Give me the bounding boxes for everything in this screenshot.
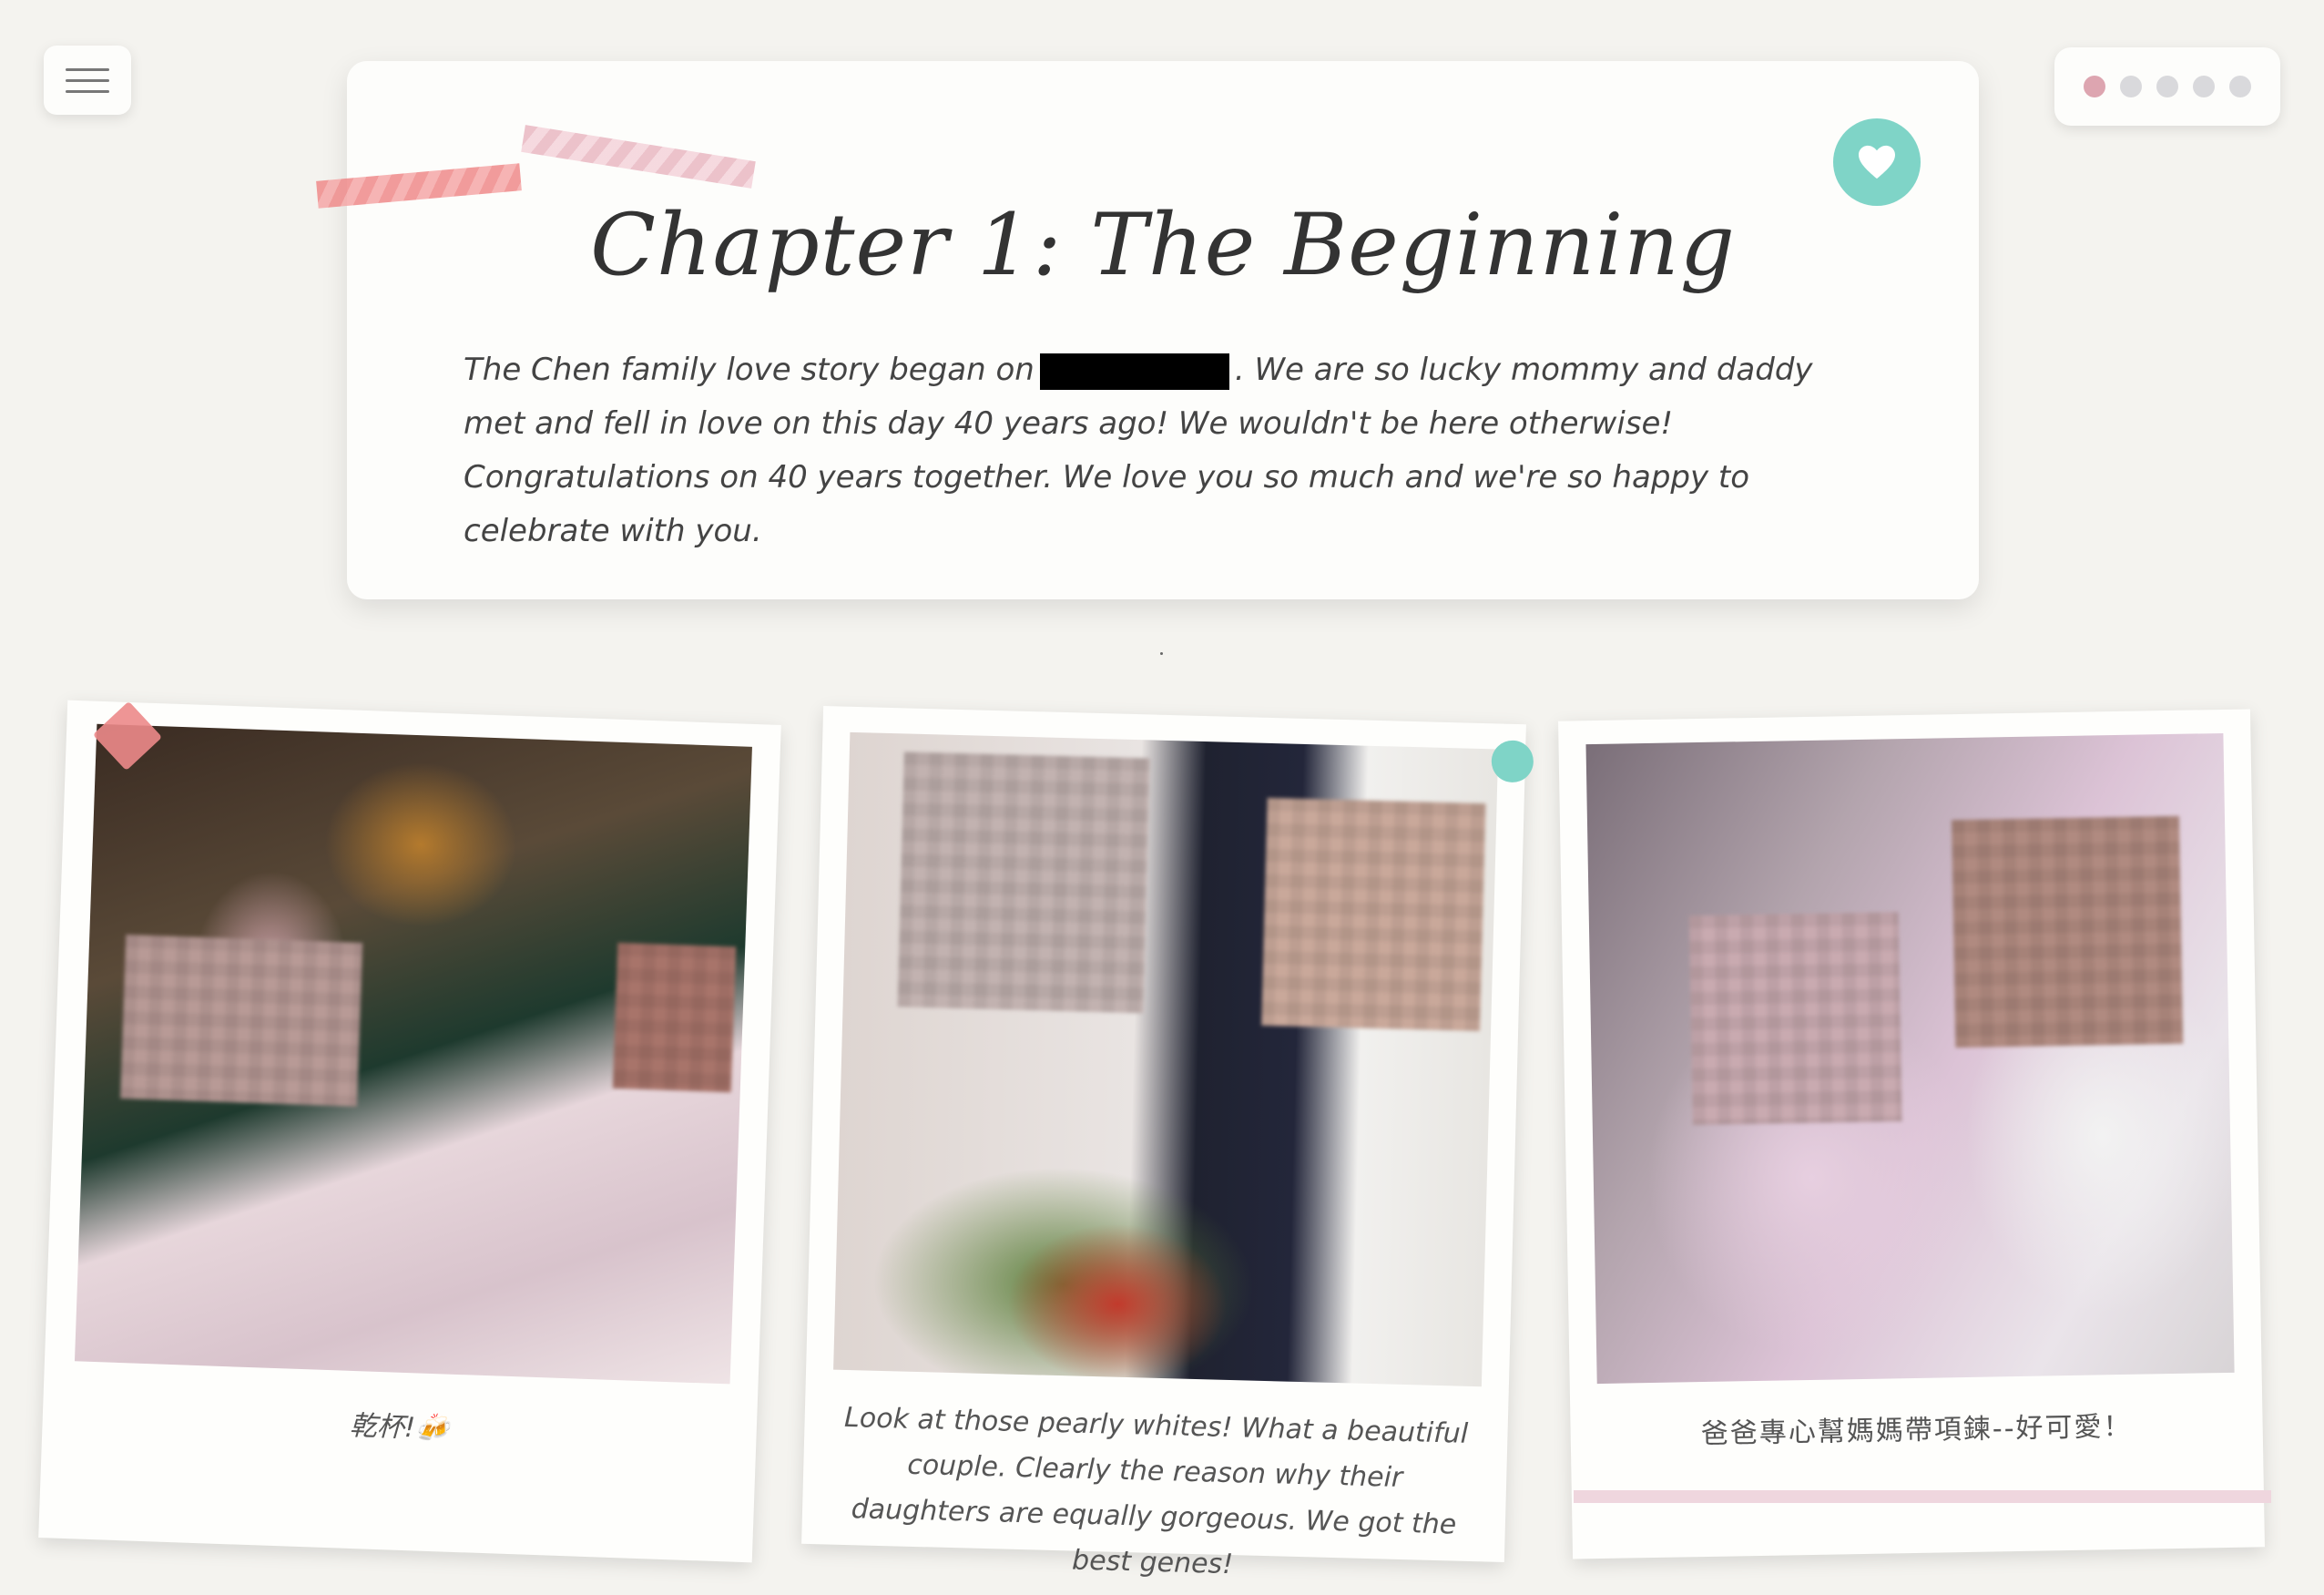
hamburger-menu-icon-line [66,67,109,71]
slide-navigation-dots [2054,47,2280,126]
hamburger-menu-icon-line [66,89,109,93]
polaroid-photo-1[interactable]: 乾杯!🍻 [38,700,781,1563]
washi-tape-pink [521,125,756,189]
chapter-card: Chapter 1: The Beginning The Chen family… [316,61,1979,599]
slide-dot-1[interactable] [2084,76,2105,97]
photo-caption: Look at those pearly whites! What a beau… [843,1401,1469,1581]
chapter-text-start: The Chen family love story began on [464,352,1035,388]
redacted-date [1039,353,1229,390]
pin-decoration [1491,740,1534,783]
slide-dot-3[interactable] [2156,76,2178,97]
pink-stripe-decoration [1574,1490,2271,1503]
hamburger-menu-button[interactable] [44,46,131,115]
slide-dot-5[interactable] [2229,76,2251,97]
face-blur [612,942,737,1093]
photo-caption: 乾杯!🍻 [349,1409,450,1446]
photo-image [1585,732,2235,1385]
polaroid-photo-2[interactable]: Look at those pearly whites! What a beau… [801,706,1534,1580]
divider-dot [1160,652,1163,655]
heart-badge [1833,118,1921,206]
face-blur [1951,815,2184,1048]
face-blur [1261,797,1486,1032]
face-blur [1688,912,1902,1126]
photo-caption: 爸爸專心幫媽媽帶項鍊--好可愛！ [1700,1410,2133,1451]
chapter-title: Chapter 1: The Beginning [590,196,1736,295]
chapter-text: The Chen family love story began on. We … [464,343,1862,558]
hamburger-menu-icon-line [66,78,109,82]
photo-image [833,731,1499,1387]
face-blur [897,751,1150,1014]
face-blur [120,934,363,1107]
photo-image [74,723,752,1385]
slide-dot-2[interactable] [2120,76,2142,97]
polaroid-photo-3[interactable]: 爸爸專心幫媽媽帶項鍊--好可愛！ [1558,709,2265,1559]
heart-icon [1859,145,1895,179]
slide-dot-4[interactable] [2193,76,2215,97]
